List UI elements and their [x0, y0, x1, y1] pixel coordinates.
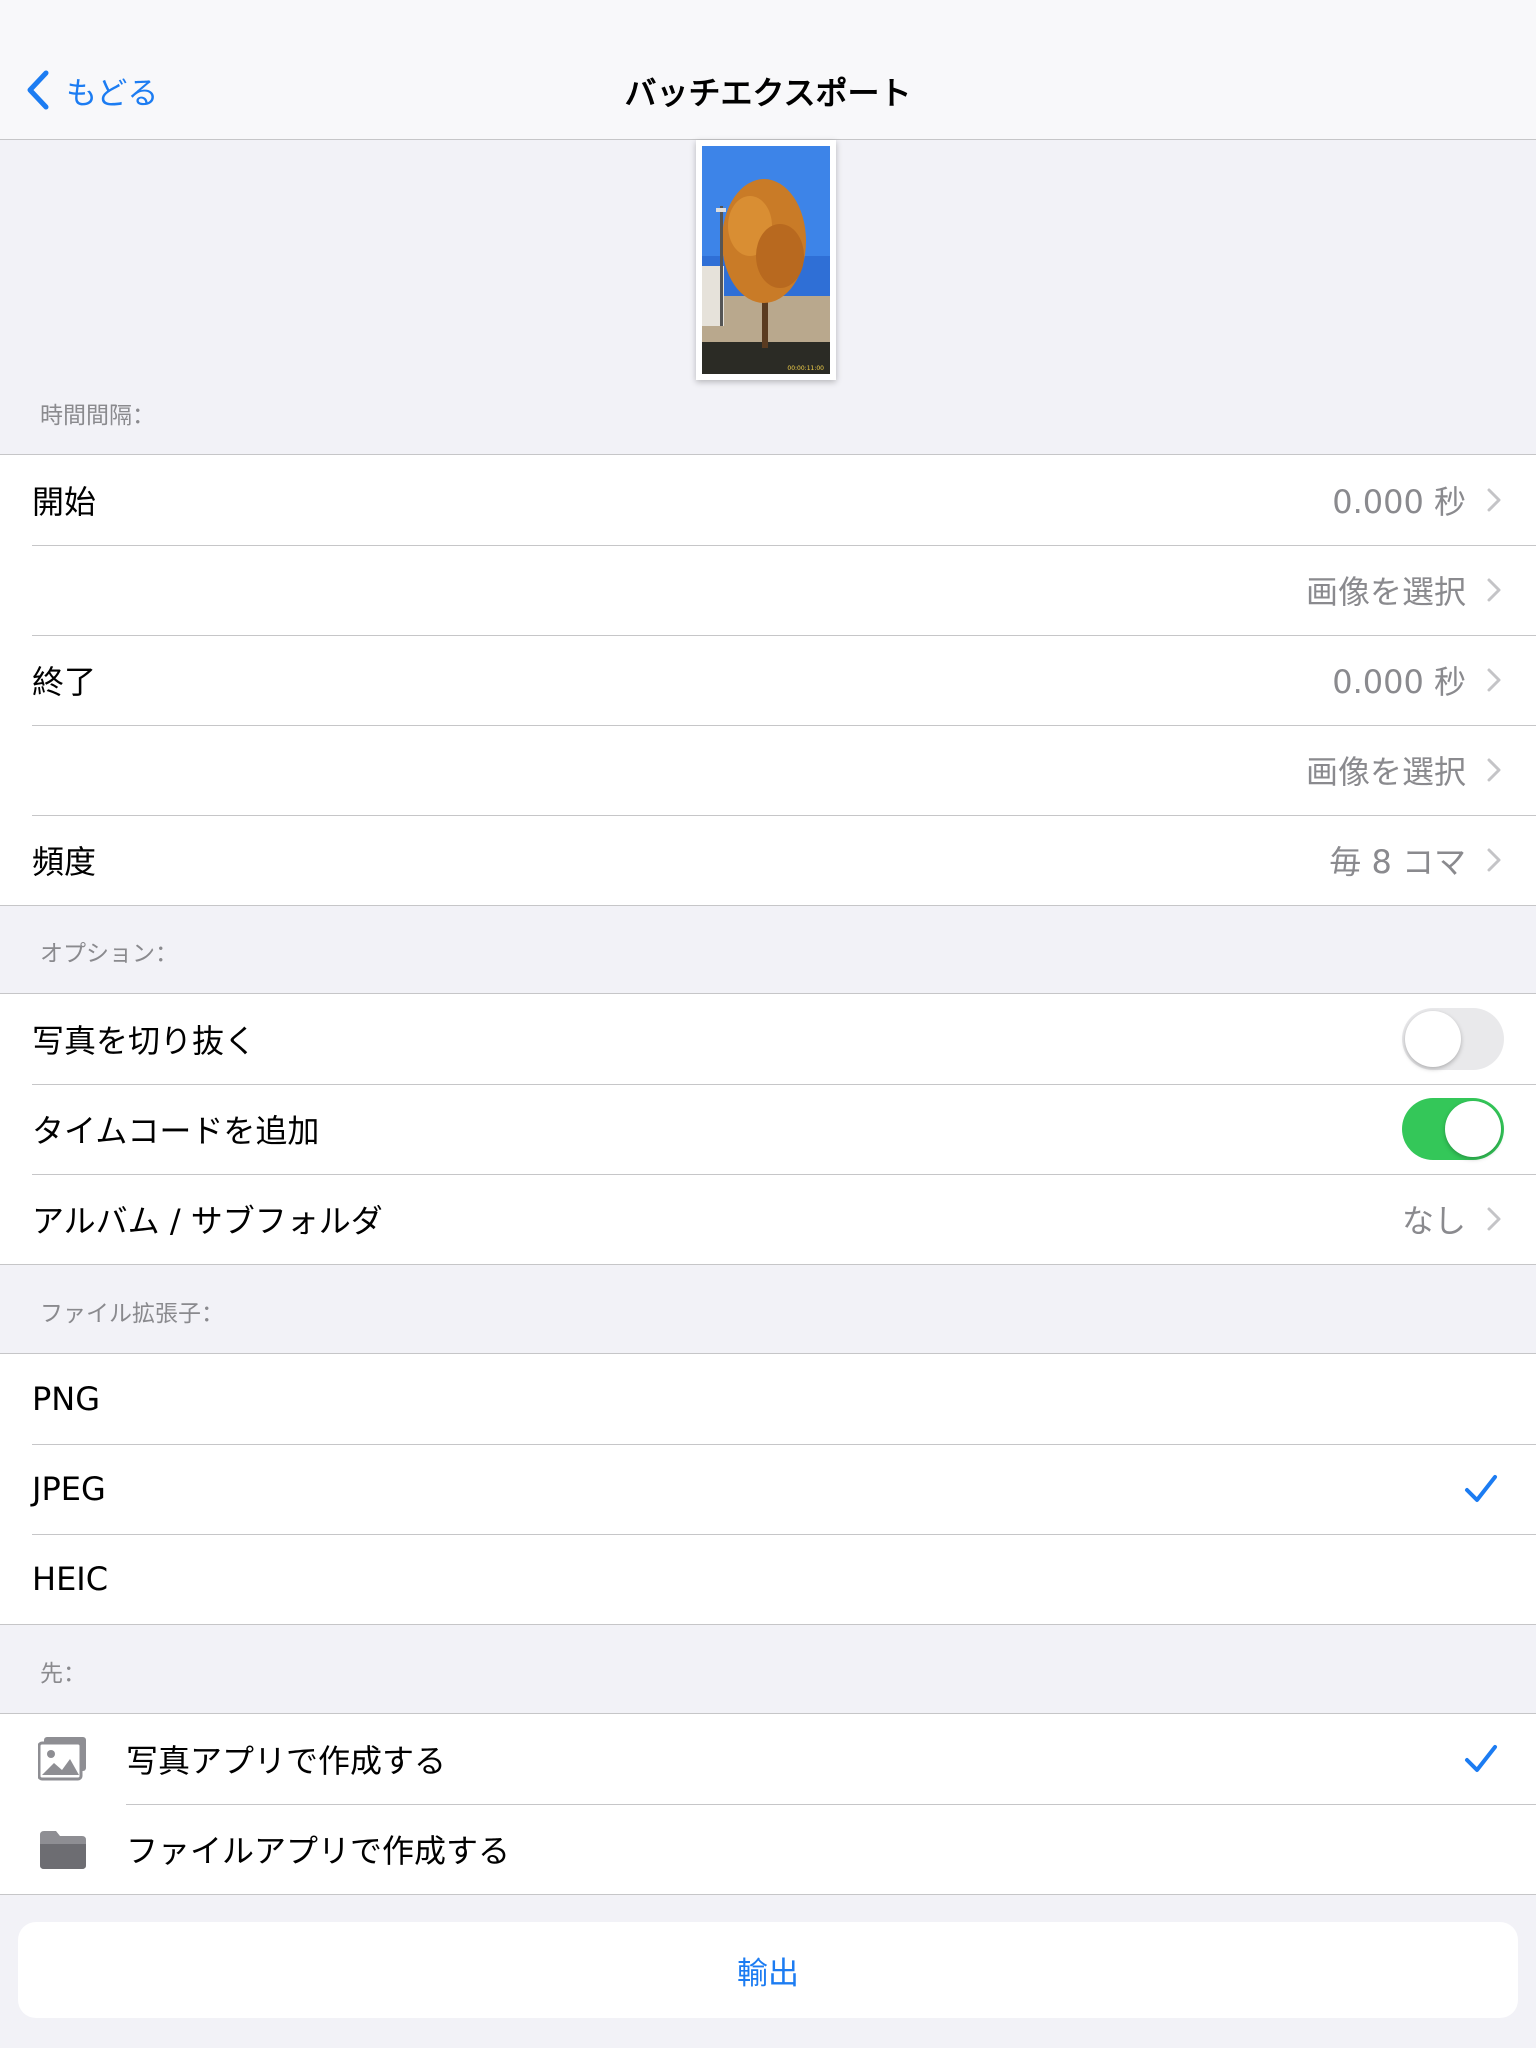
export-label: 輸出: [737, 1955, 799, 1992]
crop-toggle[interactable]: [1402, 1008, 1504, 1070]
options-section-header: オプション：: [40, 941, 178, 967]
album-row[interactable]: アルバム / サブフォルダ なし: [0, 1174, 1536, 1264]
photo-thumbnail: 00:00:11:00: [696, 140, 836, 380]
export-button[interactable]: 輸出: [18, 1922, 1518, 2018]
png-label: PNG: [32, 1380, 101, 1418]
frequency-value: 毎 8 コマ: [1329, 843, 1466, 881]
album-value: なし: [1401, 1202, 1466, 1240]
photo-library-icon: [38, 1737, 86, 1781]
extension-section-header: ファイル拡張子：: [40, 1301, 224, 1327]
photos-destination-label: 写真アプリで作成する: [126, 1742, 447, 1780]
extension-png-row[interactable]: PNG: [0, 1354, 1536, 1444]
chevron-right-icon: [1487, 1207, 1501, 1231]
timecode-toggle[interactable]: [1402, 1098, 1504, 1160]
frequency-row[interactable]: 頻度 毎 8 コマ: [0, 815, 1536, 905]
destination-photos-row[interactable]: 写真アプリで作成する: [0, 1714, 1536, 1804]
chevron-right-icon: [1487, 668, 1501, 692]
chevron-right-icon: [1487, 488, 1501, 512]
timecode-label: タイムコードを追加: [32, 1112, 320, 1150]
toggle-knob: [1445, 1101, 1501, 1157]
interval-group: 開始 0.000 秒 画像を選択 終了 0.000 秒 画像を選択 頻度 毎 8…: [0, 454, 1536, 906]
extension-heic-row[interactable]: HEIC: [0, 1534, 1536, 1624]
checkmark-icon: [1465, 1475, 1497, 1502]
files-destination-label: ファイルアプリで作成する: [126, 1832, 511, 1870]
frequency-label: 頻度: [32, 843, 97, 881]
end-select-label: 画像を選択: [1305, 753, 1466, 791]
extension-group: PNG JPEG HEIC: [0, 1353, 1536, 1625]
tree-photo-icon: 00:00:11:00: [702, 146, 830, 374]
end-label: 終了: [32, 663, 97, 701]
start-value: 0.000 秒: [1332, 483, 1466, 521]
start-row[interactable]: 開始 0.000 秒: [0, 455, 1536, 545]
end-row[interactable]: 終了 0.000 秒: [0, 635, 1536, 725]
destination-files-row[interactable]: ファイルアプリで作成する: [0, 1804, 1536, 1894]
crop-row: 写真を切り抜く: [0, 994, 1536, 1084]
options-group: 写真を切り抜く タイムコードを追加 アルバム / サブフォルダ なし: [0, 993, 1536, 1265]
page-title: バッチエクスポート: [624, 74, 912, 112]
chevron-right-icon: [1487, 848, 1501, 872]
jpeg-label: JPEG: [32, 1470, 106, 1508]
folder-icon: [40, 1831, 86, 1869]
interval-section-header: 時間間隔：: [40, 403, 155, 429]
navigation-bar: もどる バッチエクスポート: [0, 0, 1536, 140]
end-value: 0.000 秒: [1332, 663, 1466, 701]
end-select-row[interactable]: 画像を選択: [0, 725, 1536, 815]
svg-text:00:00:11:00: 00:00:11:00: [787, 365, 824, 372]
start-select-row[interactable]: 画像を選択: [0, 545, 1536, 635]
toggle-knob: [1405, 1011, 1461, 1067]
album-label: アルバム / サブフォルダ: [32, 1202, 383, 1240]
extension-jpeg-row[interactable]: JPEG: [0, 1444, 1536, 1534]
destination-section-header: 先：: [40, 1661, 86, 1687]
chevron-right-icon: [1487, 758, 1501, 782]
checkmark-icon: [1465, 1745, 1497, 1772]
chevron-right-icon: [1487, 578, 1501, 602]
heic-label: HEIC: [32, 1560, 109, 1598]
start-label: 開始: [32, 483, 97, 521]
timecode-row: タイムコードを追加: [0, 1084, 1536, 1174]
start-select-label: 画像を選択: [1305, 573, 1466, 611]
destination-group: 写真アプリで作成する ファイルアプリで作成する: [0, 1713, 1536, 1895]
crop-label: 写真を切り抜く: [32, 1022, 257, 1060]
